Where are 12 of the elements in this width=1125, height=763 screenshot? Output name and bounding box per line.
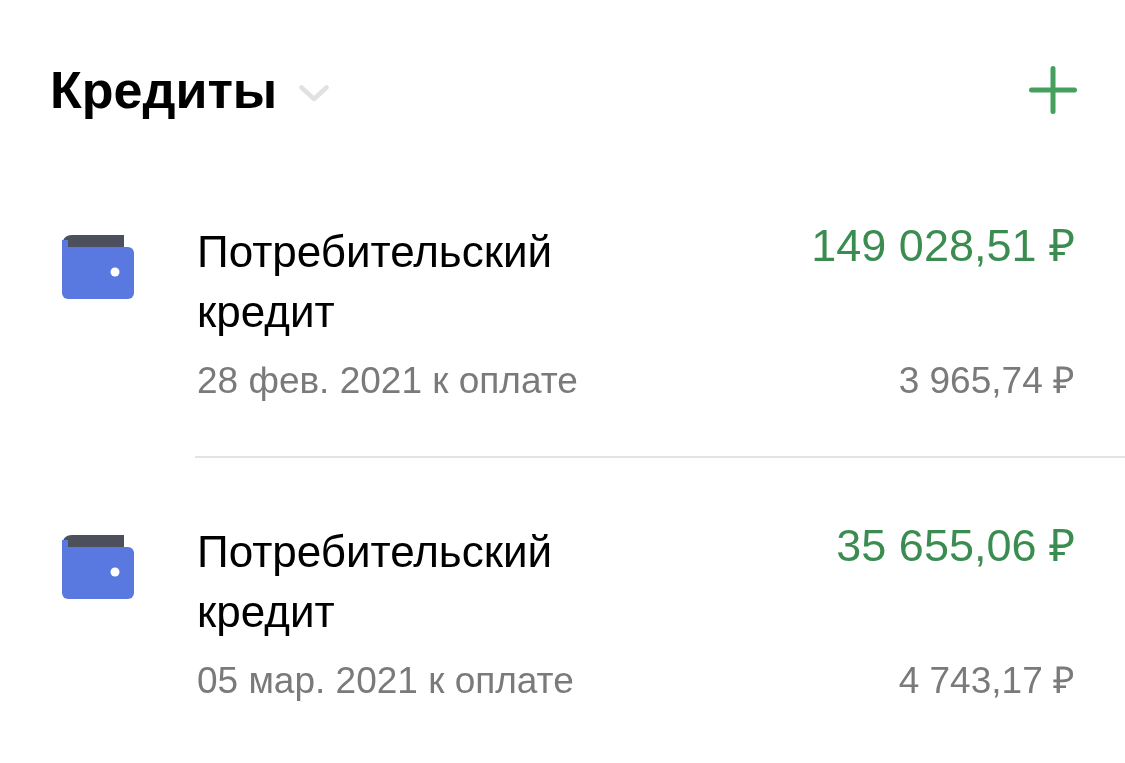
loan-balance: 149 028,51 ₽ bbox=[811, 222, 1075, 270]
loan-balance: 35 655,06 ₽ bbox=[836, 522, 1075, 570]
wallet-icon bbox=[62, 535, 134, 599]
payment-amount: 3 965,74 ₽ bbox=[898, 359, 1075, 403]
page-title: Кредиты bbox=[50, 62, 278, 118]
loan-name: Потребительский кредит bbox=[197, 526, 554, 638]
loan-name: Потребительский кредит bbox=[197, 226, 554, 338]
wallet-icon bbox=[62, 235, 134, 299]
due-date: 05 мар. 2021 к оплате bbox=[197, 659, 574, 703]
payment-amount: 4 743,17 ₽ bbox=[898, 659, 1075, 703]
add-icon[interactable] bbox=[1029, 66, 1077, 114]
due-date: 28 фев. 2021 к оплате bbox=[197, 359, 578, 403]
